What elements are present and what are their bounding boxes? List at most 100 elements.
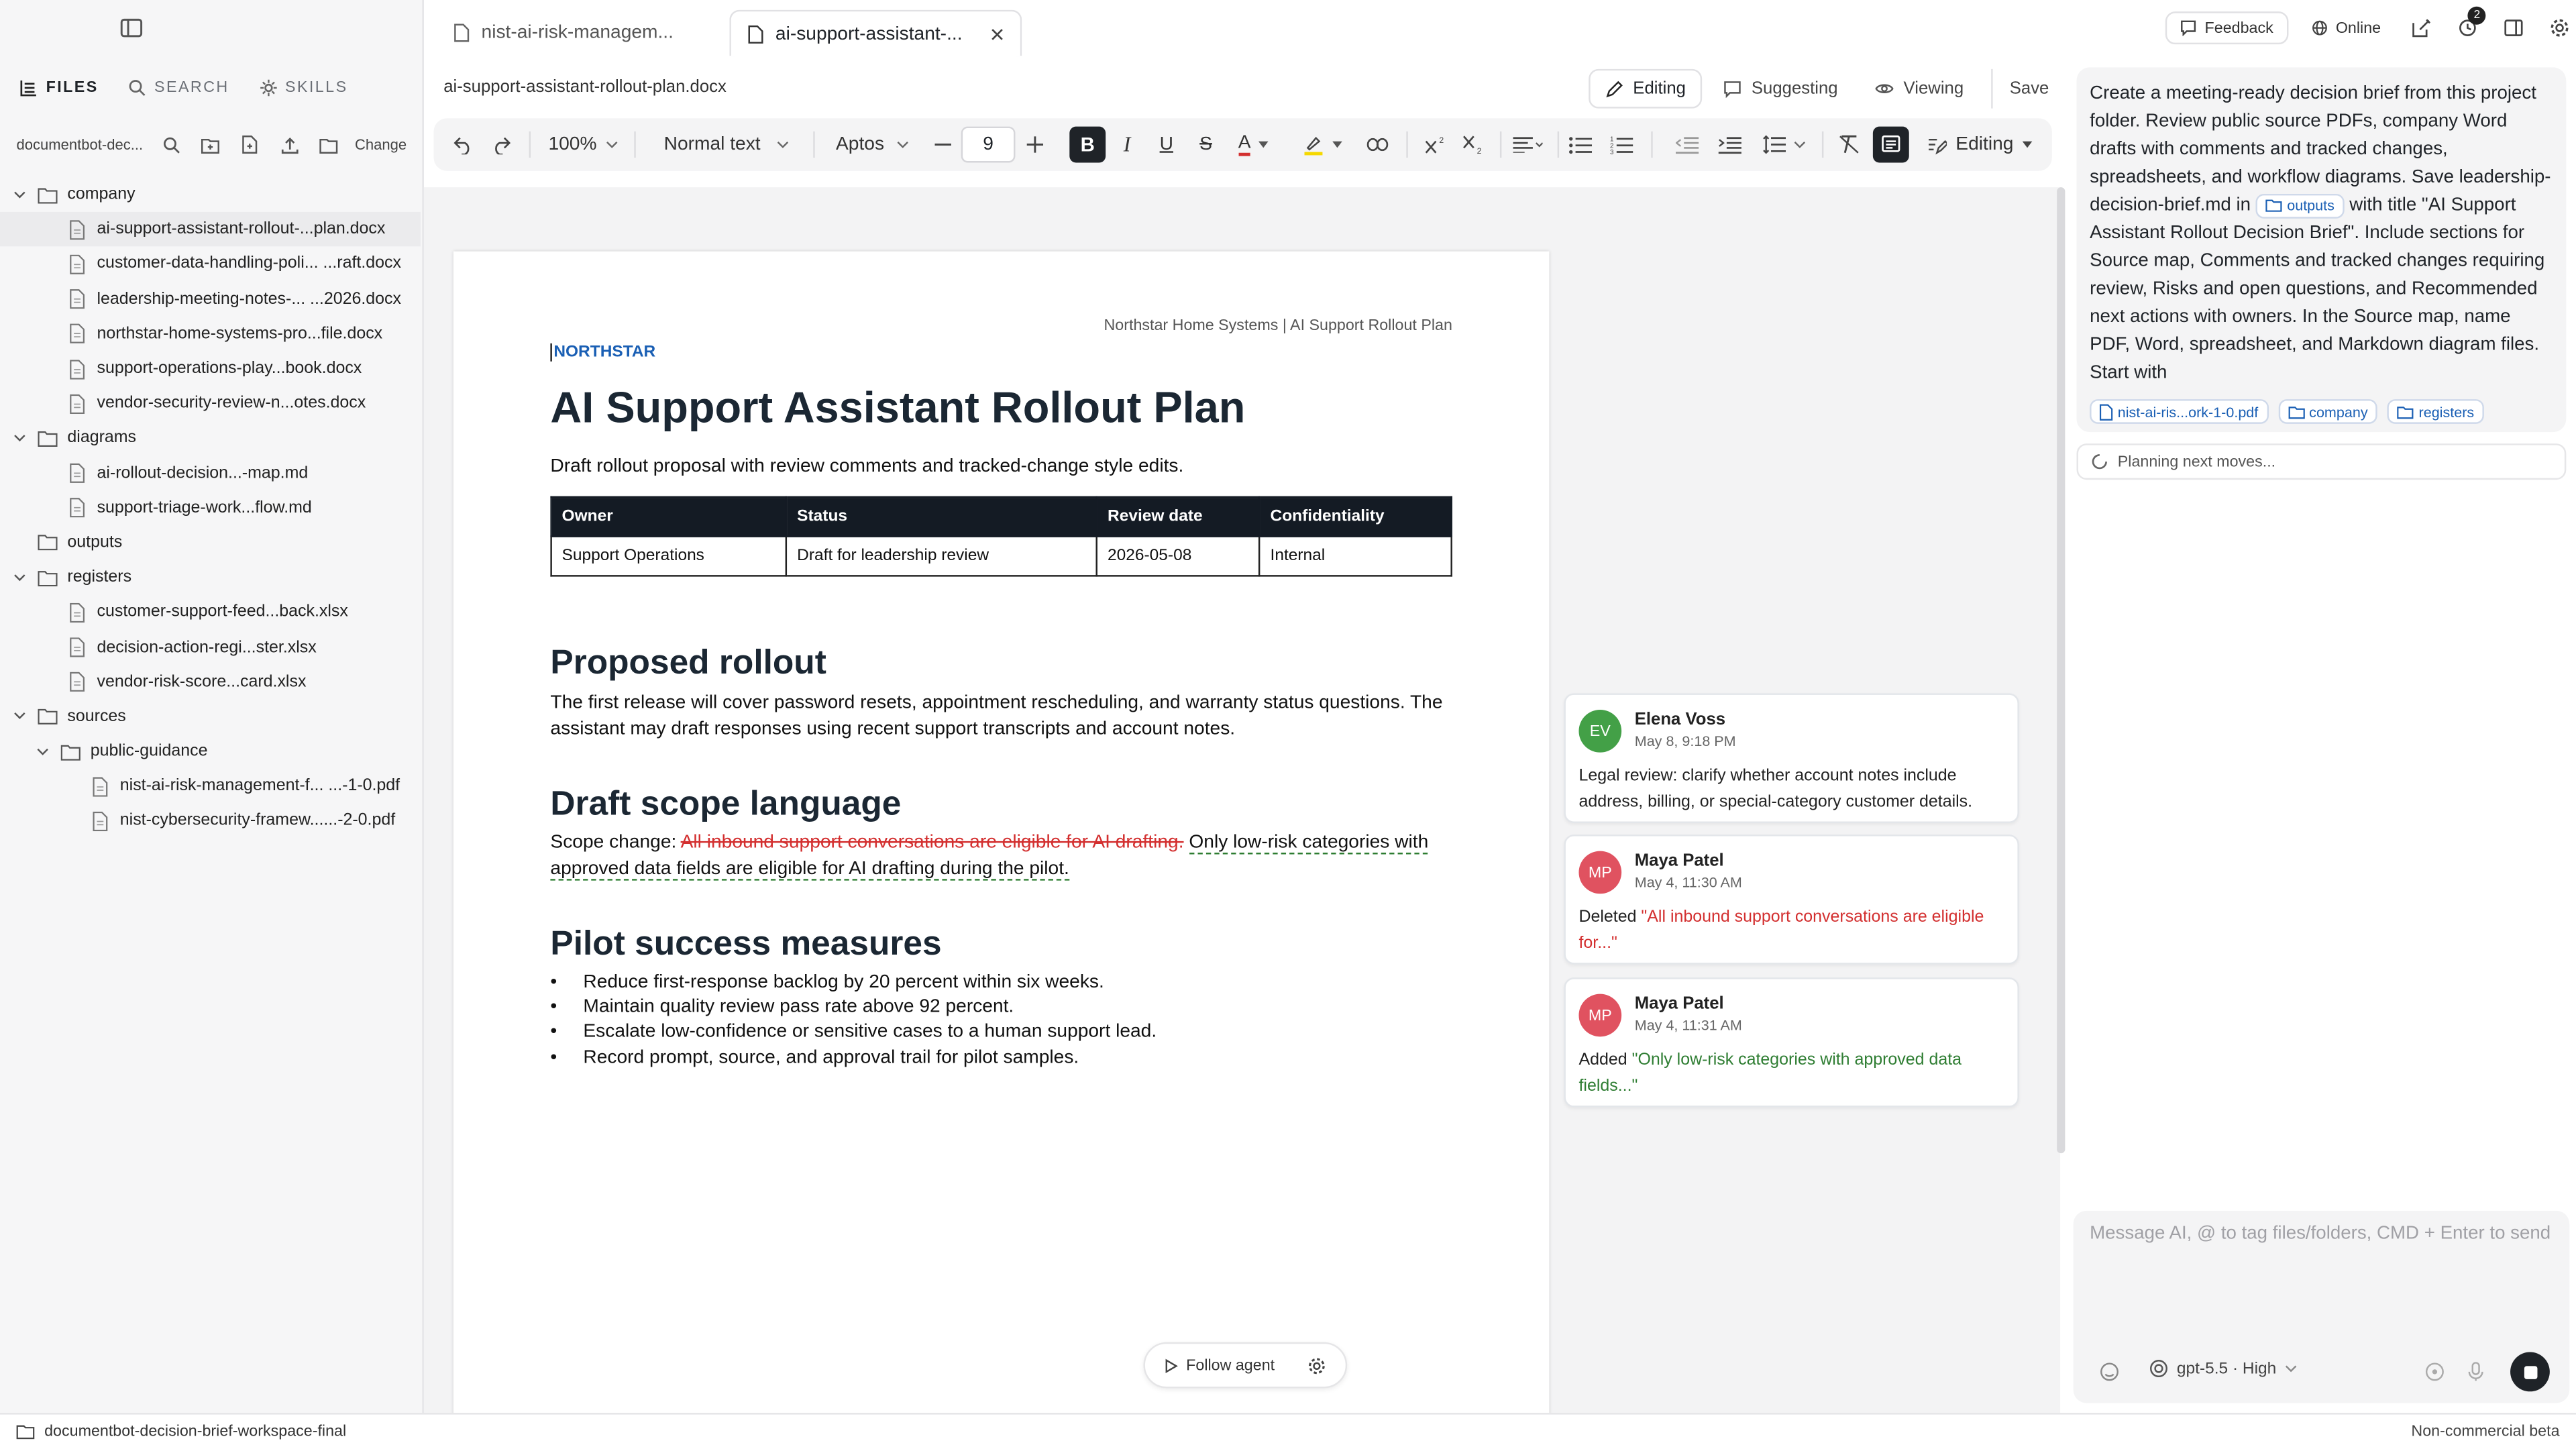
paragraph-style-select[interactable]: Normal text bbox=[657, 128, 796, 161]
italic-button[interactable]: I bbox=[1116, 128, 1138, 161]
files-icon bbox=[19, 78, 38, 96]
tab-nist-ai-risk[interactable]: nist-ai-risk-managem... bbox=[437, 10, 726, 56]
tab-files[interactable]: FILES bbox=[19, 72, 98, 102]
tree-file[interactable]: customer-support-feed...back.xlsx bbox=[0, 595, 421, 630]
clear-formatting-icon[interactable] bbox=[1835, 128, 1862, 161]
tree-folder[interactable]: diagrams bbox=[0, 421, 421, 456]
tree-file[interactable]: ai-rollout-decision...-map.md bbox=[0, 456, 421, 491]
model-selector[interactable]: gpt-5.5 · High bbox=[2149, 1358, 2296, 1378]
tree-file[interactable]: nist-ai-risk-management-f... ...-1-0.pdf bbox=[0, 769, 421, 804]
superscript-icon[interactable]: 2 bbox=[1423, 128, 1449, 161]
tracked-deletion[interactable]: All inbound support conversations are el… bbox=[681, 833, 1184, 853]
mode-suggesting[interactable]: Suggesting bbox=[1709, 69, 1852, 109]
comments-panel-icon[interactable] bbox=[1872, 126, 1909, 163]
tree-folder[interactable]: outputs bbox=[0, 525, 421, 560]
chevron-down-icon[interactable] bbox=[10, 568, 30, 588]
sidebar-toggle-icon[interactable] bbox=[120, 16, 143, 39]
tree-file[interactable]: vendor-security-review-n...otes.docx bbox=[0, 386, 421, 421]
message-input[interactable] bbox=[2090, 1224, 2557, 1244]
increase-font-icon[interactable] bbox=[1024, 128, 1046, 161]
gear-icon[interactable] bbox=[2542, 10, 2576, 46]
tab-skills[interactable]: SKILLS bbox=[259, 72, 348, 102]
mode-editing[interactable]: Editing bbox=[1589, 68, 1703, 109]
edit-icon[interactable] bbox=[2404, 10, 2440, 46]
stop-button[interactable] bbox=[2510, 1352, 2550, 1392]
document-page[interactable]: Northstar Home Systems | AI Support Roll… bbox=[453, 251, 1550, 1413]
font-size-input[interactable]: 9 bbox=[961, 126, 1016, 163]
chevron-down-icon[interactable] bbox=[10, 707, 30, 727]
history-icon[interactable]: 2 bbox=[2450, 6, 2486, 46]
attach-icon[interactable] bbox=[2100, 1362, 2119, 1381]
tree-file[interactable]: decision-action-regi...ster.xlsx bbox=[0, 630, 421, 665]
change-workspace-button[interactable]: Change bbox=[355, 136, 407, 152]
tree-folder[interactable]: sources bbox=[0, 700, 421, 735]
new-folder-icon[interactable] bbox=[191, 129, 230, 159]
align-icon[interactable] bbox=[1508, 128, 1548, 161]
scrollbar[interactable] bbox=[2057, 187, 2065, 1154]
mode-viewing[interactable]: Viewing bbox=[1859, 69, 1978, 109]
attached-file-chip[interactable]: nist-ai-ris...ork-1-0.pdf bbox=[2090, 399, 2268, 424]
tree-file[interactable]: nist-cybersecurity-framew......-2-0.pdf bbox=[0, 804, 421, 839]
tree-file[interactable]: northstar-home-systems-pro...file.docx bbox=[0, 317, 421, 352]
document-canvas[interactable]: Northstar Home Systems | AI Support Roll… bbox=[423, 187, 2061, 1413]
tree-item-label: company bbox=[67, 185, 136, 204]
search-files-icon[interactable] bbox=[151, 129, 191, 159]
indent-icon[interactable] bbox=[1717, 128, 1743, 161]
panel-icon[interactable] bbox=[2496, 10, 2532, 46]
tab-label: nist-ai-risk-managem... bbox=[481, 23, 674, 43]
tree-file[interactable]: customer-data-handling-poli... ...raft.d… bbox=[0, 247, 421, 282]
tree-file[interactable]: support-operations-play...book.docx bbox=[0, 352, 421, 386]
upload-icon[interactable] bbox=[270, 129, 309, 159]
online-status[interactable]: Online bbox=[2298, 11, 2394, 45]
save-button[interactable]: Save bbox=[1991, 68, 2065, 109]
text-color-button[interactable]: A bbox=[1232, 128, 1275, 161]
chevron-down-icon[interactable] bbox=[10, 429, 30, 448]
tree-folder[interactable]: company bbox=[0, 177, 421, 212]
gear-icon[interactable] bbox=[1299, 1356, 1332, 1375]
chevron-placeholder[interactable] bbox=[10, 533, 30, 553]
font-family-select[interactable]: Aptos bbox=[835, 128, 910, 161]
target-icon[interactable] bbox=[2425, 1362, 2445, 1381]
new-file-icon[interactable] bbox=[230, 129, 270, 159]
attached-folder-chip[interactable]: company bbox=[2277, 399, 2378, 424]
feedback-button[interactable]: Feedback bbox=[2165, 11, 2288, 45]
bullet-list-icon[interactable] bbox=[1567, 128, 1593, 161]
decrease-font-icon[interactable] bbox=[932, 128, 955, 161]
redo-icon[interactable] bbox=[488, 128, 514, 161]
tree-folder[interactable]: registers bbox=[0, 560, 421, 595]
highlight-button[interactable] bbox=[1298, 128, 1347, 161]
tree-item-label: nist-cybersecurity-framew......-2-0.pdf bbox=[119, 812, 396, 830]
attached-folder-chip[interactable]: registers bbox=[2387, 399, 2484, 424]
underline-button[interactable]: U bbox=[1155, 128, 1178, 161]
comment-card[interactable]: MP Maya Patel May 4, 11:30 AM Deleted "A… bbox=[1564, 835, 2019, 965]
tab-search[interactable]: SEARCH bbox=[128, 72, 229, 102]
tree-file[interactable]: leadership-meeting-notes-... ...2026.doc… bbox=[0, 282, 421, 317]
bold-button[interactable]: B bbox=[1069, 126, 1106, 163]
tree-folder[interactable]: public-guidance bbox=[0, 735, 421, 769]
tree-file[interactable]: ai-support-assistant-rollout-...plan.doc… bbox=[0, 212, 421, 248]
microphone-icon[interactable] bbox=[2467, 1362, 2483, 1381]
chevron-down-icon[interactable] bbox=[33, 742, 52, 761]
link-icon[interactable] bbox=[1364, 128, 1390, 161]
editing-mode-dropdown[interactable]: Editing bbox=[1925, 128, 2034, 161]
message-composer: gpt-5.5 · High bbox=[2073, 1210, 2570, 1403]
comment-card[interactable]: EV Elena Voss May 8, 9:18 PM Legal revie… bbox=[1564, 693, 2019, 823]
follow-agent-button[interactable]: Follow agent bbox=[1145, 1356, 1299, 1375]
table-cell: Support Operations bbox=[550, 535, 788, 577]
zoom-select[interactable]: 100% bbox=[548, 128, 619, 161]
tab-ai-support-assistant[interactable]: ai-support-assistant-... bbox=[729, 9, 1022, 56]
subscript-icon[interactable]: 2 bbox=[1460, 128, 1487, 161]
numbered-list-icon[interactable]: 123 bbox=[1609, 128, 1635, 161]
comment-card[interactable]: MP Maya Patel May 4, 11:31 AM Added "Onl… bbox=[1564, 977, 2019, 1108]
workspace-indicator[interactable]: documentbot-decision-brief-workspace-fin… bbox=[16, 1423, 346, 1441]
tree-file[interactable]: vendor-risk-score...card.xlsx bbox=[0, 665, 421, 700]
undo-icon[interactable] bbox=[450, 128, 476, 161]
outputs-folder-chip[interactable]: outputs bbox=[2255, 193, 2345, 218]
line-spacing-button[interactable] bbox=[1760, 128, 1809, 161]
close-icon[interactable] bbox=[991, 27, 1004, 40]
tree-file[interactable]: support-triage-work...flow.md bbox=[0, 490, 421, 525]
chevron-down-icon[interactable] bbox=[10, 185, 30, 205]
strikethrough-button[interactable]: S bbox=[1194, 128, 1217, 161]
open-folder-icon[interactable] bbox=[309, 129, 348, 159]
outdent-icon[interactable] bbox=[1674, 128, 1701, 161]
